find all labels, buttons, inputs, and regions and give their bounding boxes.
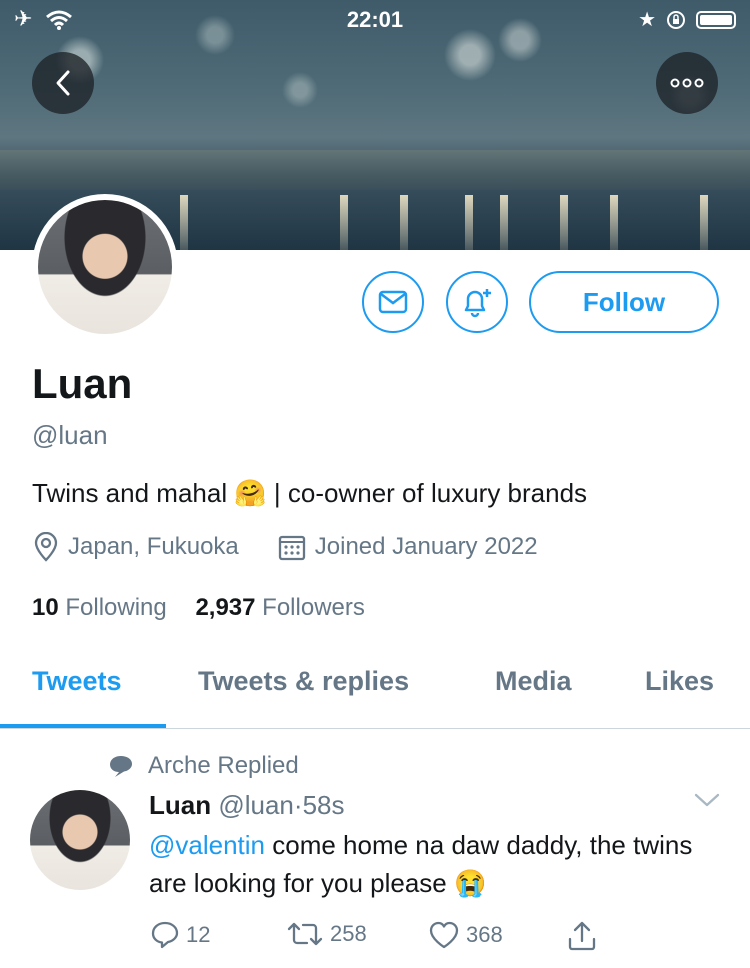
profile-handle: @luan (32, 420, 108, 450)
calendar-icon (278, 535, 305, 561)
banner-town (0, 150, 750, 190)
more-icon (670, 78, 704, 88)
location-pin-icon (34, 532, 58, 562)
tab-likes[interactable]: Likes (645, 666, 714, 697)
banner-light (700, 195, 708, 250)
banner-light (180, 195, 188, 250)
bio-text-start: Twins and mahal (32, 478, 235, 508)
like-action[interactable]: 368 (428, 920, 503, 950)
tweet-time: 58s (302, 790, 345, 820)
following-label: Following (65, 594, 167, 621)
rotation-lock-icon (667, 10, 685, 29)
banner-light (560, 195, 568, 250)
tab-tweets-replies[interactable]: Tweets & replies (198, 666, 409, 697)
avatar-photo (38, 200, 172, 334)
tweet-header: Luan @luan·58s (149, 790, 345, 821)
profile-avatar[interactable] (32, 194, 178, 340)
followers-count: 2,937 (195, 594, 256, 621)
crying-emoji: 😭 (453, 868, 487, 898)
tweet-author-name[interactable]: Luan (149, 790, 211, 820)
tab-tweets[interactable]: Tweets (32, 666, 122, 697)
like-count: 368 (466, 922, 503, 947)
tweet-context-label: Arche Replied (148, 752, 299, 779)
reply-icon (151, 921, 179, 949)
star-icon: ★ (638, 9, 656, 31)
following-link[interactable]: 10 Following (32, 594, 167, 621)
banner-light (400, 195, 408, 250)
bio-text-end: | co-owner of luxury brands (266, 478, 588, 508)
profile-name: Luan (32, 360, 133, 407)
banner-light (465, 195, 473, 250)
tweet-author-handle: @luan (218, 790, 294, 820)
retweet-action[interactable]: 258 (286, 920, 367, 948)
more-button[interactable] (656, 52, 718, 114)
followers-link[interactable]: 2,937 Followers (195, 594, 364, 621)
back-button[interactable] (32, 52, 94, 114)
retweet-icon (287, 922, 323, 946)
profile-location: Japan, Fukuoka (68, 533, 239, 560)
following-count: 10 (32, 594, 59, 621)
speech-bubble-icon (110, 756, 132, 777)
banner-light (610, 195, 618, 250)
follow-button[interactable]: Follow (529, 271, 719, 333)
tab-media[interactable]: Media (495, 666, 572, 697)
chevron-down-icon (694, 793, 720, 807)
tweet-context: Arche Replied (108, 752, 299, 780)
chevron-left-icon (56, 70, 70, 96)
share-action[interactable] (566, 920, 604, 952)
tweet-options-button[interactable] (694, 792, 720, 813)
status-bar: ✈ 22:01 ★ (0, 0, 750, 40)
followers-label: Followers (262, 594, 365, 621)
message-button[interactable] (362, 271, 424, 333)
follow-counts: 10 Following 2,937 Followers (32, 594, 365, 622)
reply-action[interactable]: 12 (150, 920, 210, 950)
battery-icon (696, 10, 736, 29)
retweet-count: 258 (330, 921, 367, 946)
active-tab-indicator (0, 724, 166, 728)
hugging-emoji: 🤗 (234, 478, 267, 508)
bell-plus-icon (464, 289, 491, 318)
banner-light (500, 195, 508, 250)
tweet-mention[interactable]: @valentin (149, 830, 265, 860)
tweet-avatar[interactable] (30, 790, 130, 890)
notifications-button[interactable] (446, 271, 508, 333)
profile-joined: Joined January 2022 (314, 533, 538, 560)
profile-bio: Twins and mahal 🤗 | co-owner of luxury b… (32, 478, 587, 509)
banner-light (340, 195, 348, 250)
share-icon (568, 921, 596, 951)
reply-count: 12 (186, 922, 211, 947)
tweet-separator: · (293, 790, 303, 820)
tweet-text: @valentin come home na daw daddy, the tw… (149, 826, 729, 902)
profile-meta: Japan, Fukuoka Joined January 2022 (32, 532, 538, 562)
profile-tabs: Tweets Tweets & replies Media Likes (0, 662, 750, 729)
envelope-icon (378, 290, 408, 314)
heart-icon (429, 921, 459, 949)
status-right: ★ (638, 7, 736, 32)
